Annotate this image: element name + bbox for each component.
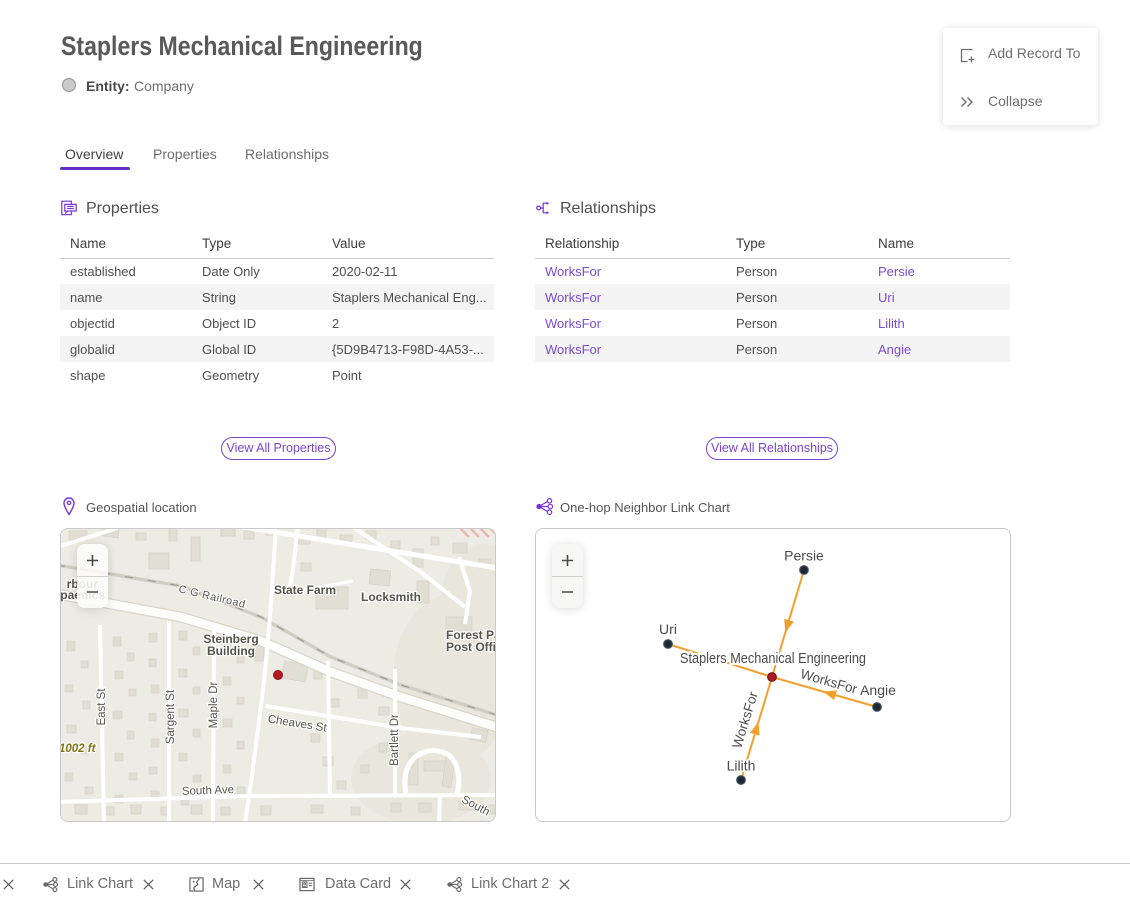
svg-text:Lilith: Lilith bbox=[727, 758, 756, 774]
svg-text:1002 ft: 1002 ft bbox=[61, 743, 97, 755]
svg-text:Angie: Angie bbox=[860, 682, 896, 698]
svg-text:Bartlett Dr: Bartlett Dr bbox=[389, 714, 401, 766]
svg-text:Staplers Mechanical Engineerin: Staplers Mechanical Engineering bbox=[680, 651, 866, 667]
svg-text:State Farm: State Farm bbox=[274, 583, 336, 597]
svg-text:Post Office: Post Office bbox=[446, 640, 495, 654]
svg-text:WorksFor: WorksFor bbox=[729, 689, 761, 750]
svg-text:Locksmith: Locksmith bbox=[361, 590, 421, 604]
svg-text:Persie: Persie bbox=[784, 548, 824, 564]
svg-text:East St: East St bbox=[96, 688, 108, 726]
svg-text:Building: Building bbox=[207, 644, 255, 658]
svg-text:South Ave: South Ave bbox=[182, 784, 235, 798]
svg-text:Maple Dr: Maple Dr bbox=[208, 682, 220, 729]
svg-text:Uri: Uri bbox=[659, 621, 677, 637]
svg-text:Sargent St: Sargent St bbox=[165, 689, 177, 744]
